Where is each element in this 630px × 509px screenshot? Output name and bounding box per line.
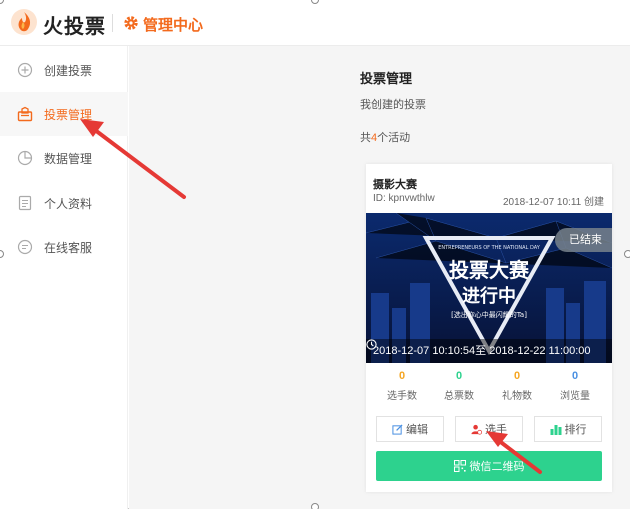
vote-banner-image[interactable]: ENTREPRENEURS OF THE NATIONAL DAY 投票大赛 进… [366, 213, 612, 363]
header-title: 管理中心 [143, 17, 204, 34]
wechat-qrcode-button[interactable]: 微信二维码 [376, 451, 602, 481]
vote-card-title: 摄影大赛 [373, 179, 417, 191]
ballot-box-icon [17, 106, 33, 122]
stat-views: 0 浏览量 [545, 370, 605, 402]
sidebar-item-customer-service[interactable]: 在线客服 [0, 225, 128, 269]
svg-text:[选出你心中最闪耀的Ta]: [选出你心中最闪耀的Ta] [451, 310, 527, 319]
vote-card-created: 2018-12-07 10:11 创建 [503, 197, 604, 208]
sidebar-item-label: 在线客服 [44, 240, 93, 255]
chat-icon [17, 239, 33, 255]
qrcode-icon [453, 460, 466, 472]
sidebar-item-data-management[interactable]: 数据管理 [0, 136, 128, 180]
stat-total-votes: 0 总票数 [429, 370, 489, 402]
resize-handle[interactable] [624, 250, 630, 258]
user-add-icon [471, 424, 482, 435]
svg-text:投票大赛: 投票大赛 [449, 258, 530, 282]
stat-label: 总票数 [444, 391, 474, 402]
status-badge: 已结束 [555, 228, 612, 252]
stat-value: 0 [455, 370, 463, 382]
sidebar-item-vote-management[interactable]: 投票管理 [0, 92, 128, 136]
plus-circle-icon [17, 62, 33, 78]
sidebar-item-label: 个人资料 [44, 196, 93, 211]
stat-label: 礼物数 [502, 391, 532, 402]
vote-time-range: 2018-12-07 10:10:54至 2018-12-22 11:00:00 [366, 339, 612, 363]
pie-chart-icon [17, 150, 33, 166]
sidebar-item-label: 投票管理 [44, 107, 93, 122]
stat-label: 选手数 [387, 391, 417, 402]
players-button[interactable]: 选手 [455, 416, 523, 442]
sidebar: 创建投票 投票管理 数据管理 个人资料 在线客服 [0, 46, 128, 509]
stat-value: 0 [398, 370, 406, 382]
clock-icon [366, 339, 377, 350]
top-header: 火投票 管理中心 [0, 0, 630, 46]
edit-button[interactable]: 编辑 [376, 416, 444, 442]
gear-icon [124, 16, 138, 30]
edit-icon [392, 423, 403, 435]
sidebar-item-profile[interactable]: 个人资料 [0, 181, 128, 225]
resize-handle[interactable] [311, 503, 319, 509]
svg-text:ENTREPRENEURS OF THE NATIONAL: ENTREPRENEURS OF THE NATIONAL DAY [438, 245, 541, 251]
stat-value: 0 [513, 370, 521, 382]
vote-card[interactable]: 摄影大赛 ID: kpnvwthlw 2018-12-07 10:11 创建 E… [366, 164, 612, 492]
stat-gifts: 0 礼物数 [487, 370, 547, 402]
flame-logo-icon [11, 9, 37, 35]
document-icon [18, 195, 32, 211]
header-divider [112, 14, 113, 32]
sidebar-item-label: 创建投票 [44, 63, 93, 78]
brand-name: 火投票 [43, 16, 106, 38]
stat-label: 浏览量 [560, 391, 590, 402]
bar-rank-icon [550, 424, 561, 435]
page-title: 投票管理 [360, 71, 413, 86]
ranking-button[interactable]: 排行 [534, 416, 602, 442]
svg-text:进行中: 进行中 [462, 285, 516, 307]
page-subtitle: 我创建的投票 [360, 99, 426, 111]
vote-card-id: ID: kpnvwthlw [373, 193, 435, 204]
sidebar-item-create-vote[interactable]: 创建投票 [0, 48, 128, 92]
stat-value: 0 [571, 370, 579, 382]
stat-players: 0 选手数 [372, 370, 432, 402]
activity-count: 共4个活动 [360, 132, 411, 144]
sidebar-item-label: 数据管理 [44, 151, 93, 166]
vote-stats: 0 选手数 0 总票数 0 礼物数 0 浏览量 [366, 370, 612, 410]
